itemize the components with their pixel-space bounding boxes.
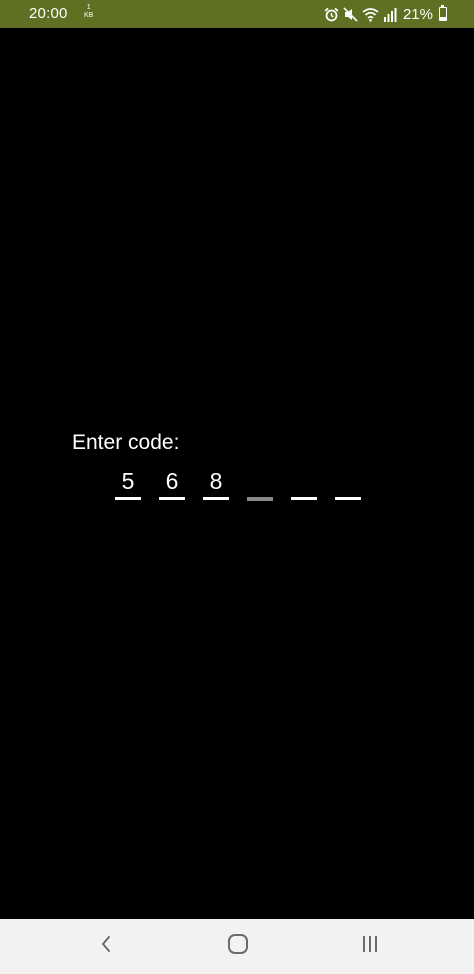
- recents-icon: [360, 934, 380, 959]
- alarm-icon: [324, 7, 339, 22]
- code-digit-1: 5: [121, 468, 135, 494]
- network-speed-value: 1: [86, 4, 91, 11]
- battery-level: [440, 17, 446, 20]
- wifi-icon: [362, 7, 379, 22]
- screen: 20:00 1 KB 21% Enter code: 5 6 8: [0, 0, 474, 974]
- enter-code-label: Enter code:: [72, 431, 180, 454]
- navigation-bar: [0, 919, 474, 974]
- code-input[interactable]: 5 6 8: [115, 464, 361, 504]
- code-digit-underline: [247, 497, 273, 501]
- code-digit-slot-6[interactable]: [335, 464, 361, 504]
- code-digit-underline: [291, 497, 317, 500]
- signal-icon: [383, 7, 397, 22]
- code-digit-underline: [335, 497, 361, 500]
- back-button[interactable]: [86, 929, 126, 963]
- code-digit-3: 8: [209, 468, 223, 494]
- status-time: 20:00: [29, 5, 68, 22]
- home-button[interactable]: [218, 929, 258, 963]
- status-icons: 21%: [324, 4, 447, 24]
- code-digit-2: 6: [165, 468, 179, 494]
- home-icon: [227, 933, 249, 960]
- code-digit-underline: [203, 497, 229, 500]
- battery-percent: 21%: [402, 5, 433, 23]
- code-digit-underline: [159, 497, 185, 500]
- status-bar: 20:00 1 KB 21%: [0, 0, 474, 28]
- code-digit-slot-2[interactable]: 6: [159, 464, 185, 504]
- code-digit-underline: [115, 497, 141, 500]
- code-digit-slot-4[interactable]: [247, 464, 273, 504]
- recents-button[interactable]: [350, 929, 390, 963]
- code-digit-slot-3[interactable]: 8: [203, 464, 229, 504]
- battery-icon: [439, 5, 447, 21]
- network-speed-indicator: 1 KB: [84, 4, 93, 20]
- code-digit-slot-5[interactable]: [291, 464, 317, 504]
- back-icon: [99, 934, 113, 959]
- network-speed-unit: KB: [84, 12, 94, 19]
- mute-icon: [343, 6, 358, 22]
- code-digit-slot-1[interactable]: 5: [115, 464, 141, 504]
